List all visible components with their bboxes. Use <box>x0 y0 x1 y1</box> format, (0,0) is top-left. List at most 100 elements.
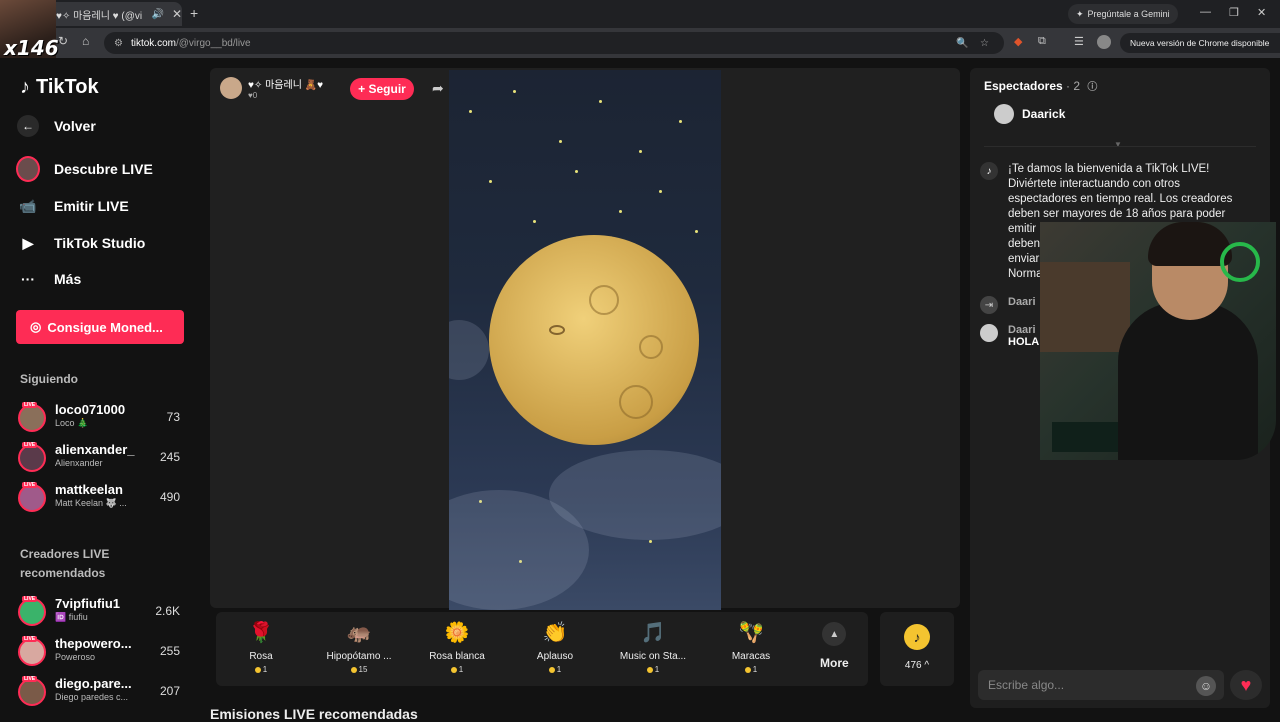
back-button[interactable]: ← Volver <box>16 114 96 138</box>
close-window-icon[interactable]: ✕ <box>1257 6 1266 19</box>
gift-item[interactable]: 🪇 Maracas 1 <box>706 618 796 675</box>
following-sub: Matt Keelan 🐺 ... <box>55 498 127 508</box>
host-likes: ♥0 <box>248 91 258 100</box>
gift-price: 1 <box>412 665 502 674</box>
profile-avatar[interactable] <box>1097 35 1111 49</box>
hippo-icon: 🦛 <box>346 621 372 644</box>
more-label: More <box>820 656 849 670</box>
minimize-icon[interactable]: — <box>1200 6 1211 18</box>
site-info-icon[interactable]: ⚙ <box>114 38 123 49</box>
following-item[interactable]: LIVE loco071000 Loco 🎄 73 <box>18 402 188 434</box>
live-badge: LIVE <box>22 482 38 488</box>
live-badge: LIVE <box>22 596 38 602</box>
chat-username[interactable]: Daari <box>1008 296 1036 314</box>
following-item[interactable]: LIVE alienxander_ Alienxander 245 <box>18 442 188 474</box>
sidebar-item-studio[interactable]: ▶ TikTok Studio <box>16 231 146 255</box>
update-label: Nueva versión de Chrome disponible <box>1130 38 1270 48</box>
zoom-icon[interactable]: 🔍 <box>956 38 968 49</box>
avatar <box>980 324 998 342</box>
arrow-left-icon: ← <box>17 115 39 137</box>
viewer-count: 2.6K <box>155 604 180 618</box>
speaker-icon[interactable]: 🔊 <box>151 9 163 20</box>
chat-input[interactable]: Escribe algo... <box>978 670 1224 700</box>
chrome-update-button[interactable]: Nueva versión de Chrome disponible ⋮ <box>1120 33 1280 53</box>
gift-bar: 🌹 Rosa 1 🦛 Hipopótamo ... 15 🌼 Rosa blan… <box>216 612 868 686</box>
emoji-icon[interactable]: ☺ <box>1196 676 1216 696</box>
recommended-name: 7vipfiufiu1 <box>55 596 121 611</box>
sidebar-item-label: TikTok Studio <box>54 235 146 251</box>
live-video[interactable] <box>449 70 721 610</box>
viewers-count: · 2 <box>1066 79 1081 93</box>
media-icon[interactable]: ☰ <box>1074 35 1084 48</box>
avatar: LIVE <box>18 636 46 666</box>
live-player[interactable]: ♥✧ 마음레니 🧸♥ ♥0 + Seguir ➦ <box>210 68 960 610</box>
more-gifts-button[interactable]: ▲ More <box>820 622 849 670</box>
viewers-header[interactable]: Espectadores · 2 ⓘ <box>984 78 1097 93</box>
maximize-icon[interactable]: ❐ <box>1229 6 1239 19</box>
streamer-facecam: x146 <box>0 0 59 60</box>
chevron-down-icon[interactable]: ▼ <box>1114 140 1122 149</box>
gift-name: Music on Sta... <box>619 651 687 662</box>
following-sub: Alienxander <box>55 458 103 468</box>
gift-name: Rosa blanca <box>429 651 485 662</box>
gift-price-value: 1 <box>458 665 464 674</box>
gift-item[interactable]: 🦛 Hipopótamo ... 15 <box>314 618 404 675</box>
host-avatar[interactable] <box>220 77 242 99</box>
coin-icon <box>744 666 751 673</box>
gift-price-value: 15 <box>358 665 368 674</box>
back-label: Volver <box>54 118 96 134</box>
help-icon[interactable]: ⓘ <box>1087 82 1097 93</box>
following-sub: Loco 🎄 <box>55 418 89 428</box>
viewers-title: Espectadores <box>984 79 1063 93</box>
play-square-icon: ▶ <box>22 234 34 251</box>
new-tab-button[interactable]: + <box>190 5 198 21</box>
welcome-text-tail: deben <box>1008 238 1040 250</box>
divider <box>984 146 1256 147</box>
gift-price-value: 1 <box>556 665 562 674</box>
host-name: ♥✧ 마음레니 🧸♥ <box>248 80 324 91</box>
extension-icon[interactable]: ◆ <box>1014 35 1022 48</box>
viewer-count: 245 <box>159 450 180 464</box>
gift-item[interactable]: 🌹 Rosa 1 <box>216 618 306 675</box>
coin-icon <box>350 666 357 673</box>
get-coins-button[interactable]: ◎ Consigue Moned... <box>16 310 184 344</box>
follow-button[interactable]: + Seguir <box>350 78 414 100</box>
sidebar-item-discover-live[interactable]: Descubre LIVE <box>16 156 153 182</box>
following-name: alienxander_ <box>55 442 135 457</box>
chat-username[interactable]: Daari <box>1008 324 1039 336</box>
browser-tab[interactable]: ♥✧ 마음레니 ♥ (@vi 🔊 ✕ <box>36 2 182 26</box>
coin-balance-button[interactable]: ♪ 476 ^ <box>880 612 954 686</box>
recommended-item[interactable]: LIVE diego.pare... Diego paredes c... 20… <box>18 676 188 708</box>
gift-item[interactable]: 🌼 Rosa blanca 1 <box>412 618 502 675</box>
viewer-count: 73 <box>166 410 180 424</box>
following-item[interactable]: LIVE mattkeelan Matt Keelan 🐺 ... 490 <box>18 482 188 514</box>
video-camera-icon: 📹 <box>19 197 37 214</box>
like-heart-icon[interactable]: ♥ <box>1230 670 1262 700</box>
chevron-up-icon: ▲ <box>822 622 847 646</box>
avatar: LIVE <box>18 402 46 432</box>
coin-icon: ◎ <box>30 319 42 334</box>
sidebar-item-go-live[interactable]: 📹 Emitir LIVE <box>16 194 128 218</box>
share-icon[interactable]: ➦ <box>432 80 444 97</box>
tiktok-note-icon: ♪ <box>20 76 30 98</box>
sidebar-item-more[interactable]: ··· Más <box>16 267 81 291</box>
home-icon[interactable]: ⌂ <box>82 34 89 48</box>
gift-item[interactable]: 🎵 Music on Sta... 1 <box>608 618 698 675</box>
recommended-item[interactable]: LIVE thepowero... Poweroso 255 <box>18 636 188 668</box>
extensions-puzzle-icon[interactable]: ⧉ <box>1038 35 1046 48</box>
viewer-item[interactable]: Daarick <box>994 104 1065 124</box>
gemini-button[interactable]: ✦ Pregúntale a Gemini <box>1068 4 1178 24</box>
host-info[interactable]: ♥✧ 마음레니 🧸♥ ♥0 <box>220 76 323 100</box>
close-tab-icon[interactable]: ✕ <box>172 7 182 21</box>
url-bar[interactable]: ⚙ tiktok.com/@virgo__bd/live 🔍 ☆ <box>104 32 1004 54</box>
reload-icon[interactable]: ↻ <box>58 34 68 48</box>
sidebar-item-label: Descubre LIVE <box>54 161 153 177</box>
sidebar-item-label: Más <box>54 271 82 287</box>
tiktok-note-icon: ♪ <box>980 162 998 180</box>
gift-item[interactable]: 👏 Aplauso 1 <box>510 618 600 675</box>
url-path: /@virgo__bd/live <box>175 37 251 49</box>
bookmark-star-icon[interactable]: ☆ <box>980 38 989 49</box>
recommended-item[interactable]: LIVE 7vipfiufiu1 🆔 fiufiu 2.6K <box>18 596 188 628</box>
tiktok-logo[interactable]: ♪ TikTok <box>20 76 99 99</box>
live-badge: LIVE <box>22 636 38 642</box>
